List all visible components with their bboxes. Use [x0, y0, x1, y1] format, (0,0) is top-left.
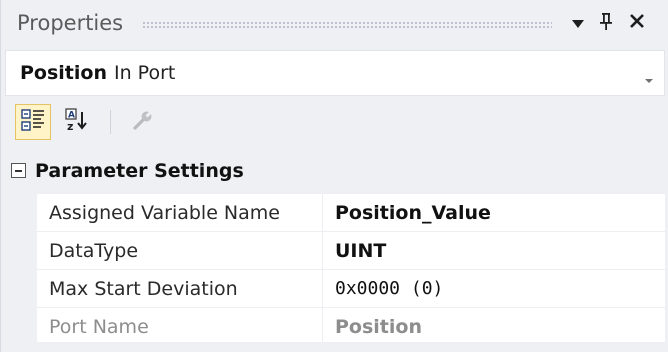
- property-grid: Parameter Settings Assigned Variable Nam…: [5, 150, 665, 346]
- alphabetical-button[interactable]: A z: [59, 104, 95, 140]
- toolbar-separator: [110, 110, 111, 134]
- row-gutter: [5, 194, 37, 232]
- property-pages-button[interactable]: [125, 104, 161, 140]
- row-gutter: [5, 270, 37, 308]
- categorized-view-icon: [21, 108, 45, 136]
- selected-object-name: Position: [20, 62, 107, 84]
- row-gutter: [5, 232, 37, 270]
- property-name: Port Name: [37, 308, 323, 346]
- dropdown-triangle-icon: [571, 14, 585, 33]
- categorized-button[interactable]: [15, 104, 51, 140]
- svg-text:z: z: [67, 120, 73, 132]
- chevron-down-icon[interactable]: [644, 69, 654, 88]
- properties-panel: Properties Position In Port A z Paramete…: [0, 0, 668, 352]
- property-row[interactable]: DataType UINT: [5, 232, 665, 270]
- svg-text:A: A: [68, 111, 75, 121]
- property-name: DataType: [37, 232, 323, 270]
- property-value: Position: [323, 308, 665, 346]
- property-row[interactable]: Assigned Variable Name Position_Value: [5, 194, 665, 232]
- panel-title: Properties: [17, 11, 124, 35]
- object-selector[interactable]: Position In Port: [5, 50, 665, 96]
- pin-icon: [598, 11, 614, 35]
- wrench-icon: [132, 109, 154, 135]
- drag-grip[interactable]: [142, 21, 552, 29]
- panel-bottom-edge: [1, 342, 668, 352]
- close-button[interactable]: [625, 9, 649, 37]
- property-value[interactable]: Position_Value: [323, 194, 665, 232]
- property-row[interactable]: Port Name Position: [5, 308, 665, 346]
- property-name: Assigned Variable Name: [37, 194, 323, 232]
- selected-object-type: In Port: [114, 62, 176, 84]
- property-value[interactable]: 0x0000 (0): [323, 270, 665, 308]
- category-row[interactable]: Parameter Settings: [5, 150, 665, 194]
- alphabetical-sort-icon: A z: [65, 108, 89, 136]
- collapse-toggle-icon[interactable]: [11, 163, 26, 178]
- category-label: Parameter Settings: [35, 160, 244, 182]
- row-gutter: [5, 308, 37, 346]
- properties-toolbar: A z: [1, 96, 668, 150]
- property-name: Max Start Deviation: [37, 270, 323, 308]
- property-row[interactable]: Max Start Deviation 0x0000 (0): [5, 270, 665, 308]
- close-icon: [629, 13, 645, 33]
- title-bar[interactable]: Properties: [1, 0, 668, 48]
- auto-hide-button[interactable]: [594, 9, 618, 37]
- property-value[interactable]: UINT: [323, 232, 665, 270]
- window-position-button[interactable]: [566, 9, 590, 37]
